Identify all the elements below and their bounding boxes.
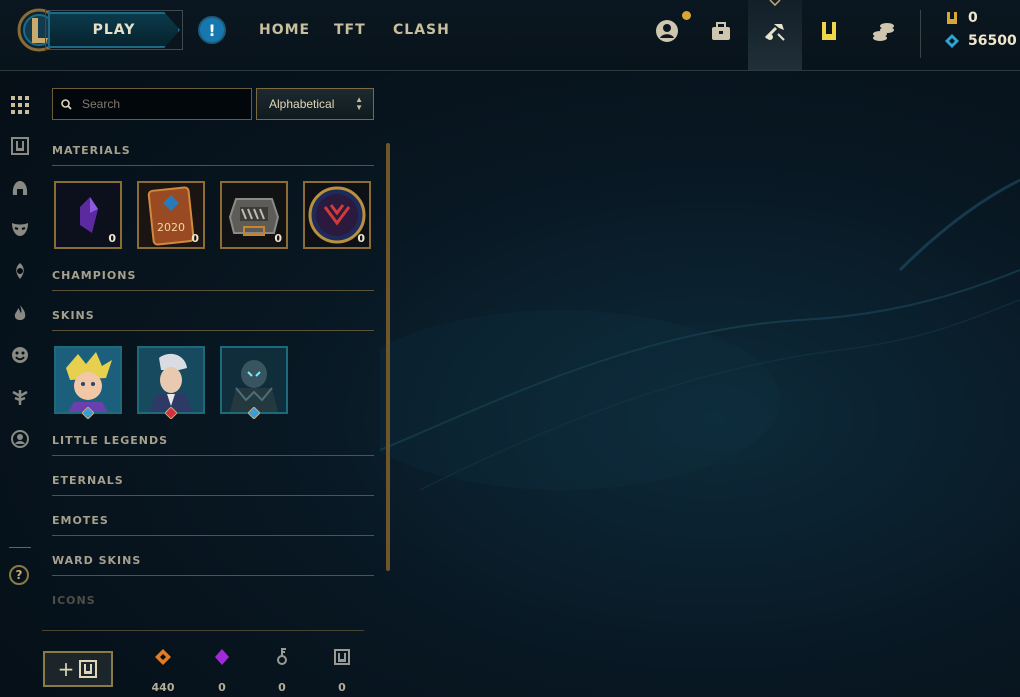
material-tile[interactable]: 0 (54, 181, 122, 249)
skin-art (222, 348, 286, 412)
nav-tft[interactable]: TFT (334, 22, 366, 38)
nav-clash[interactable]: CLASH (393, 22, 450, 38)
chest-icon[interactable] (9, 135, 31, 157)
scrollbar[interactable] (386, 143, 390, 571)
material-tile[interactable]: 2020 0 (137, 181, 205, 249)
crafting-icon[interactable] (760, 16, 790, 46)
skin-tile[interactable] (220, 346, 288, 419)
chevron-down-icon (769, 0, 781, 6)
emote-icon[interactable] (9, 344, 31, 366)
search-input[interactable] (80, 96, 244, 112)
material-count: 0 (191, 232, 199, 245)
rarity-gem-icon (82, 407, 94, 419)
profile-icon[interactable] (652, 16, 682, 46)
search-field[interactable] (52, 88, 252, 120)
skin-art (56, 348, 120, 412)
material-count: 0 (357, 232, 365, 245)
blue-essence-value: 56500 (968, 33, 1017, 49)
chest-value: 0 (338, 681, 346, 694)
skin-tile[interactable] (54, 346, 122, 419)
mythic-essence-icon (215, 649, 229, 665)
material-count: 0 (274, 232, 282, 245)
footer-divider (42, 630, 364, 631)
mask-icon[interactable] (9, 218, 31, 240)
top-divider (920, 10, 921, 58)
skin-art (139, 348, 203, 412)
store-icon[interactable] (868, 16, 898, 46)
material-tile[interactable]: 0 (220, 181, 288, 249)
mythic-essence-count[interactable]: 0 (202, 648, 242, 695)
background-art (380, 70, 1020, 697)
section-little-legends[interactable]: LITTLE LEGENDS (52, 434, 374, 456)
exclamation-icon[interactable]: ! (198, 16, 226, 44)
chest-count[interactable]: 0 (322, 648, 362, 695)
notification-dot (682, 11, 691, 20)
sort-arrows-icon: ▲ ▼ (355, 95, 363, 112)
skin-3 (222, 348, 286, 412)
riot-points-icon (947, 12, 957, 24)
play-label: PLAY (92, 22, 136, 38)
top-bar: PLAY ! HOME TFT CLASH 0 56500 (0, 0, 1020, 71)
material-count: 0 (108, 232, 116, 245)
skin-tile[interactable] (137, 346, 205, 419)
chest-icon (334, 649, 350, 665)
search-icon (61, 98, 72, 110)
material-tile[interactable]: 0 (303, 181, 371, 249)
skin-1 (56, 348, 120, 412)
add-label: + (57, 657, 75, 681)
section-ward-skins[interactable]: WARD SKINS (52, 554, 374, 576)
blue-essence[interactable]: 56500 (944, 33, 1017, 49)
section-icons[interactable]: ICONS (52, 594, 374, 616)
orange-essence-count[interactable]: 440 (143, 648, 183, 695)
category-rail: ? (0, 71, 40, 697)
blue-essence-icon (945, 34, 959, 48)
section-materials[interactable]: MATERIALS (52, 144, 374, 166)
orange-essence-value: 440 (151, 681, 175, 694)
grid-icon[interactable] (9, 94, 31, 116)
loot-icon[interactable] (814, 16, 844, 46)
help-icon[interactable]: ? (9, 565, 29, 585)
play-button[interactable]: PLAY (48, 12, 180, 48)
rarity-gem-icon (248, 407, 260, 419)
rarity-gem-icon (165, 407, 177, 419)
section-eternals[interactable]: ETERNALS (52, 474, 374, 496)
section-skins[interactable]: SKINS (52, 309, 374, 331)
section-champions[interactable]: CHAMPIONS (52, 269, 374, 291)
nav-home[interactable]: HOME (259, 22, 310, 38)
svg-text:2020: 2020 (157, 221, 185, 234)
ward-icon[interactable] (9, 386, 31, 408)
add-chest-button[interactable]: + (43, 651, 113, 687)
gem-icon[interactable] (9, 260, 31, 282)
sort-label: Alphabetical (269, 97, 335, 111)
key-icon (277, 648, 287, 665)
collection-bag-icon[interactable] (706, 16, 736, 46)
skin-2 (139, 348, 203, 412)
key-value: 0 (278, 681, 286, 694)
riot-points[interactable]: 0 (944, 10, 978, 26)
key-count[interactable]: 0 (262, 648, 302, 695)
chest-icon (79, 660, 98, 678)
mythic-essence-value: 0 (218, 681, 226, 694)
section-emotes[interactable]: EMOTES (52, 514, 374, 536)
sort-dropdown[interactable]: Alphabetical ▲ ▼ (256, 88, 374, 120)
riot-points-value: 0 (968, 10, 978, 26)
helmet-icon[interactable] (9, 177, 31, 199)
fire-icon[interactable] (9, 302, 31, 324)
summoner-icon[interactable] (9, 428, 31, 450)
orange-essence-icon (155, 649, 171, 665)
rail-divider (9, 547, 31, 548)
